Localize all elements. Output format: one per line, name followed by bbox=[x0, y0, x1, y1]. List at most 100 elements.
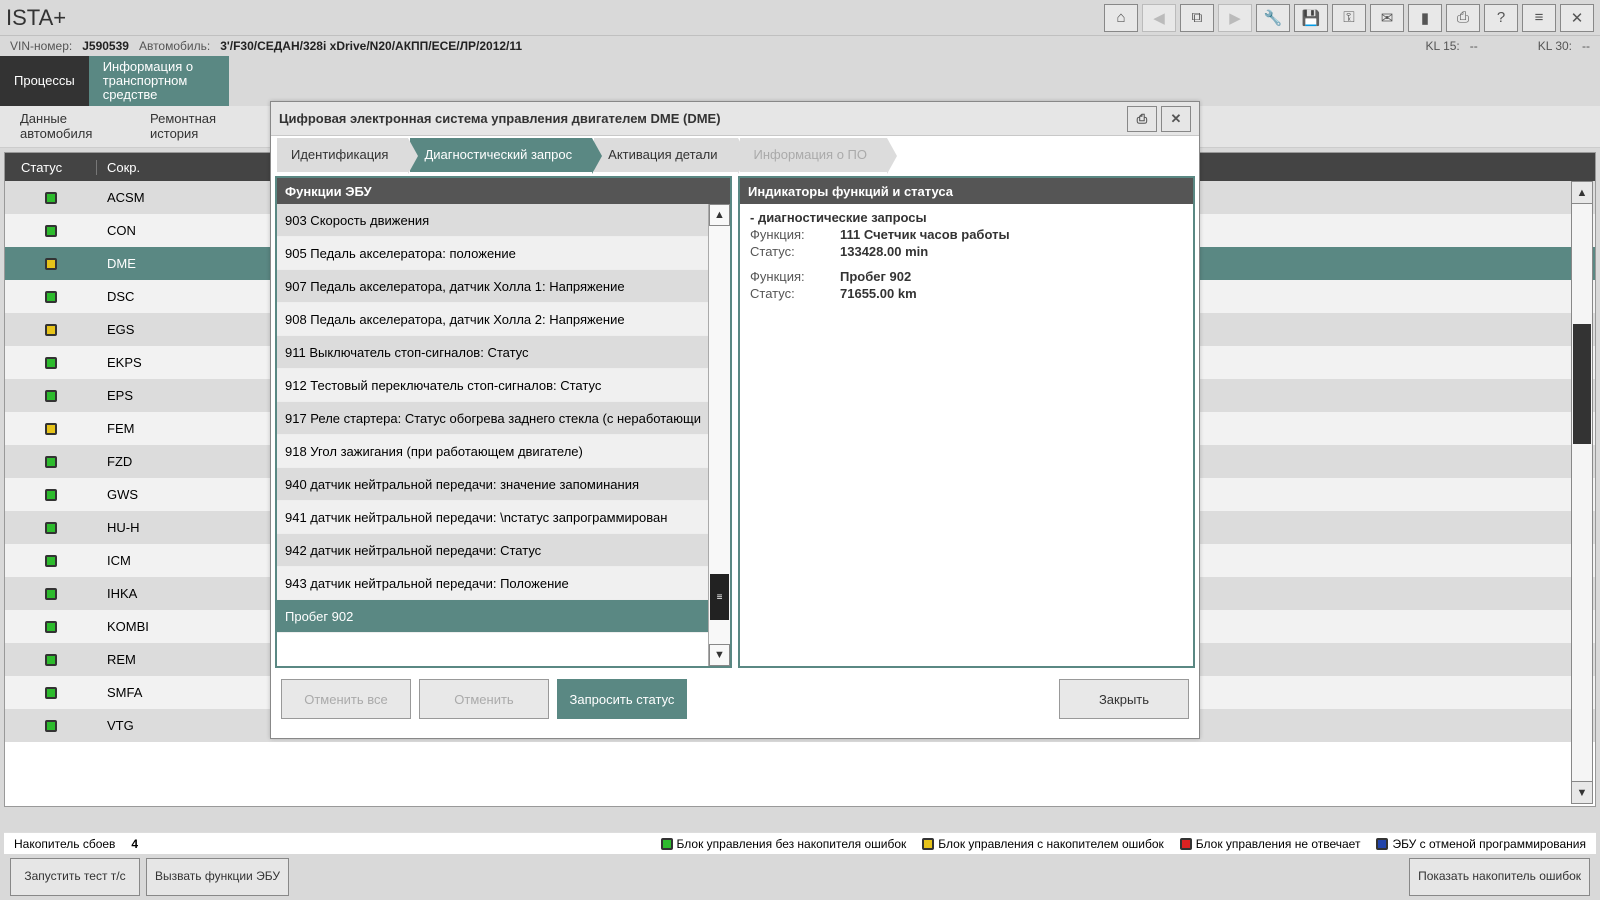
prev-icon[interactable]: ◀ bbox=[1142, 4, 1176, 32]
status-body: - диагностические запросы Функция:111 Сч… bbox=[740, 204, 1193, 666]
close-icon[interactable]: ✕ bbox=[1560, 4, 1594, 32]
key-icon[interactable]: ⚿ bbox=[1332, 4, 1366, 32]
function-row[interactable]: 907 Педаль акселератора, датчик Холла 1:… bbox=[277, 270, 730, 303]
function-row[interactable]: 911 Выключатель стоп-сигналов: Статус bbox=[277, 336, 730, 369]
legend-row: Накопитель сбоев 4 Блок управления без н… bbox=[4, 832, 1596, 854]
ecu-abbrev: DSC bbox=[97, 289, 297, 304]
fn-scroll-up-icon[interactable]: ▲ bbox=[709, 204, 730, 226]
cancel-button[interactable]: Отменить bbox=[419, 679, 549, 719]
dialog-print-icon[interactable]: ⎙ bbox=[1127, 106, 1157, 132]
help-icon[interactable]: ? bbox=[1484, 4, 1518, 32]
tree-icon[interactable]: ⧉ bbox=[1180, 4, 1214, 32]
mtab-component-activation[interactable]: Активация детали bbox=[594, 138, 737, 172]
functions-panel-header: Функции ЭБУ bbox=[277, 178, 730, 204]
dme-dialog: Цифровая электронная система управления … bbox=[270, 101, 1200, 739]
ecu-scrollbar[interactable]: ▲ ▼ bbox=[1571, 181, 1593, 804]
cancel-all-button[interactable]: Отменить все bbox=[281, 679, 411, 719]
ecu-abbrev: FEM bbox=[97, 421, 297, 436]
wrench-icon[interactable]: 🔧 bbox=[1256, 4, 1290, 32]
vehicle-value: 3'/F30/СЕДАН/328i xDrive/N20/АКПП/ECE/ЛР… bbox=[220, 39, 522, 53]
battery-icon[interactable]: ▮ bbox=[1408, 4, 1442, 32]
st-label: Статус: bbox=[750, 286, 840, 301]
close-button[interactable]: Закрыть bbox=[1059, 679, 1189, 719]
mail-icon[interactable]: ✉ bbox=[1370, 4, 1404, 32]
subtab-vehicle-data[interactable]: Данные автомобиля bbox=[4, 106, 134, 147]
kl15-value: -- bbox=[1470, 39, 1478, 53]
fn-scroll-track[interactable]: ≡ bbox=[709, 226, 730, 644]
scroll-up-icon[interactable]: ▲ bbox=[1572, 182, 1592, 204]
function-row[interactable]: 942 датчик нейтральной передачи: Статус bbox=[277, 534, 730, 567]
dialog-header: Цифровая электронная система управления … bbox=[271, 102, 1199, 136]
ecu-abbrev: REM bbox=[97, 652, 297, 667]
functions-list: 903 Скорость движения905 Педаль акселера… bbox=[277, 204, 730, 666]
ecu-abbrev: FZD bbox=[97, 454, 297, 469]
st-value: 71655.00 km bbox=[840, 286, 917, 301]
print-icon[interactable]: ⎙ bbox=[1446, 4, 1480, 32]
legend-prog-cancel: ЭБУ с отменой программирования bbox=[1376, 837, 1586, 851]
bottom-bar: Запустить тест т/с Вызвать функции ЭБУ П… bbox=[4, 856, 1596, 898]
ecu-abbrev: IHKA bbox=[97, 586, 297, 601]
ecu-abbrev: EPS bbox=[97, 388, 297, 403]
status-panel-header: Индикаторы функций и статуса bbox=[740, 178, 1193, 204]
scroll-down-icon[interactable]: ▼ bbox=[1572, 781, 1592, 803]
vehicle-label: Автомобиль: bbox=[139, 39, 210, 53]
status-led bbox=[45, 192, 57, 204]
status-led bbox=[45, 357, 57, 369]
tab-processes[interactable]: Процессы bbox=[0, 56, 89, 106]
function-row[interactable]: 941 датчик нейтральной передачи: \nстату… bbox=[277, 501, 730, 534]
function-row[interactable]: 903 Скорость движения bbox=[277, 204, 730, 237]
kl15-label: KL 15: bbox=[1426, 39, 1460, 53]
fn-scroll-down-icon[interactable]: ▼ bbox=[709, 644, 730, 666]
status-led bbox=[45, 390, 57, 402]
function-row[interactable]: 908 Педаль акселератора, датчик Холла 2:… bbox=[277, 303, 730, 336]
call-ecu-fn-button[interactable]: Вызвать функции ЭБУ bbox=[146, 858, 289, 896]
status-subtitle: - диагностические запросы bbox=[750, 210, 1183, 225]
status-led bbox=[45, 687, 57, 699]
status-led bbox=[45, 720, 57, 732]
scroll-track[interactable] bbox=[1572, 204, 1592, 781]
request-status-button[interactable]: Запросить статус bbox=[557, 679, 687, 719]
tab-vehicle-info[interactable]: Информация о транспортном средстве bbox=[89, 56, 229, 106]
dialog-title: Цифровая электронная система управления … bbox=[279, 111, 721, 126]
function-row[interactable]: 912 Тестовый переключатель стоп-сигналов… bbox=[277, 369, 730, 402]
ecu-abbrev: VTG bbox=[97, 718, 297, 733]
status-led bbox=[45, 522, 57, 534]
home-icon[interactable]: ⌂ bbox=[1104, 4, 1138, 32]
mtab-identification[interactable]: Идентификация bbox=[277, 138, 408, 172]
dialog-close-icon[interactable]: ✕ bbox=[1161, 106, 1191, 132]
settings-icon[interactable]: ≡ bbox=[1522, 4, 1556, 32]
status-led bbox=[45, 489, 57, 501]
run-test-button[interactable]: Запустить тест т/с bbox=[10, 858, 140, 896]
status-led bbox=[45, 588, 57, 600]
function-row[interactable]: Пробег 902 bbox=[277, 600, 730, 633]
fn-scroll-thumb[interactable]: ≡ bbox=[710, 574, 729, 620]
dialog-footer: Отменить все Отменить Запросить статус З… bbox=[271, 672, 1199, 726]
function-row[interactable]: 917 Реле стартера: Статус обогрева задне… bbox=[277, 402, 730, 435]
subtab-repair-history[interactable]: Ремонтная история bbox=[134, 106, 264, 147]
vin-row: VIN-номер: J590539 Автомобиль: 3'/F30/СЕ… bbox=[0, 36, 1600, 56]
scroll-thumb[interactable] bbox=[1573, 324, 1591, 444]
save-icon[interactable]: 💾 bbox=[1294, 4, 1328, 32]
vin-value: J590539 bbox=[82, 39, 129, 53]
function-row[interactable]: 943 датчик нейтральной передачи: Положен… bbox=[277, 567, 730, 600]
fn-label: Функция: bbox=[750, 227, 840, 242]
next-icon[interactable]: ▶ bbox=[1218, 4, 1252, 32]
status-led bbox=[45, 258, 57, 270]
show-fault-store-button[interactable]: Показать накопитель ошибок bbox=[1409, 858, 1590, 896]
ecu-abbrev: CON bbox=[97, 223, 297, 238]
function-row[interactable]: 918 Угол зажигания (при работающем двига… bbox=[277, 435, 730, 468]
status-led bbox=[45, 456, 57, 468]
function-row[interactable]: 905 Педаль акселератора: положение bbox=[277, 237, 730, 270]
legend-no-fault: Блок управления без накопителя ошибок bbox=[661, 837, 907, 851]
vin-label: VIN-номер: bbox=[10, 39, 72, 53]
functions-scrollbar[interactable]: ▲ ≡ ▼ bbox=[708, 204, 730, 666]
function-row[interactable]: 940 датчик нейтральной передачи: значени… bbox=[277, 468, 730, 501]
ecu-abbrev: KOMBI bbox=[97, 619, 297, 634]
fn-value: Пробег 902 bbox=[840, 269, 911, 284]
mtab-diag-request[interactable]: Диагностический запрос bbox=[410, 138, 592, 172]
title-bar: ISTA+ ⌂ ◀ ⧉ ▶ 🔧 💾 ⚿ ✉ ▮ ⎙ ? ≡ ✕ bbox=[0, 0, 1600, 36]
kl30-label: KL 30: bbox=[1538, 39, 1572, 53]
toolbar-icons: ⌂ ◀ ⧉ ▶ 🔧 💾 ⚿ ✉ ▮ ⎙ ? ≡ ✕ bbox=[1104, 4, 1594, 32]
content-area: Статус Сокр. ACSMCONDMEDSCEGSEKPSEPSFEMF… bbox=[4, 152, 1596, 807]
ecu-abbrev: EGS bbox=[97, 322, 297, 337]
